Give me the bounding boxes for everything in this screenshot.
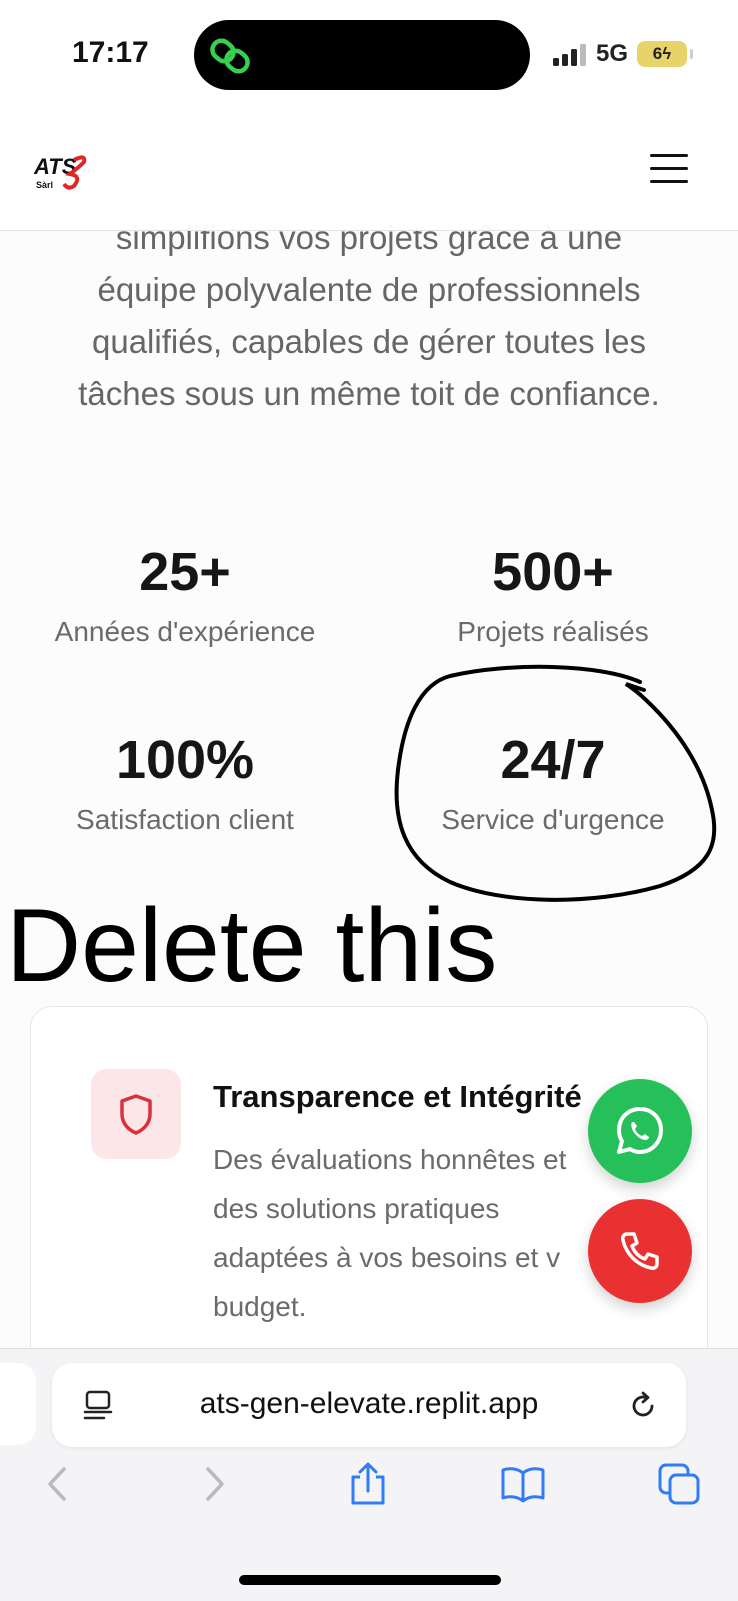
stat-value: 25+ [139, 542, 231, 602]
intro-line: équipe polyvalente de professionnels [97, 271, 641, 308]
charging-icon: ϟ [662, 44, 672, 63]
card-text-line: des solutions pratiques [213, 1193, 500, 1224]
site-header: ATS Sàrl [0, 110, 738, 231]
card-title: Transparence et Intégrité [213, 1079, 582, 1114]
stat-emergency: 24/7 Service d'urgence [368, 730, 738, 838]
ats-logo[interactable]: ATS Sàrl [34, 152, 92, 192]
home-indicator [239, 1575, 501, 1585]
previous-tab-preview[interactable] [0, 1363, 36, 1445]
share-icon[interactable] [345, 1461, 391, 1507]
card-text-line: Des évaluations honnêtes et [213, 1144, 567, 1175]
status-bar: 17:17 5G 6ϟ [0, 0, 738, 110]
whatsapp-icon [617, 1107, 663, 1154]
phone-icon [621, 1232, 659, 1270]
annotation-text: Delete this [6, 888, 498, 1004]
card-description: Des évaluations honnêtes et des solution… [213, 1135, 643, 1331]
logo-subtext: Sàrl [36, 180, 53, 190]
forward-icon[interactable] [190, 1461, 236, 1507]
stat-value: 24/7 [500, 730, 606, 790]
stat-label: Satisfaction client [76, 804, 294, 835]
stat-label: Années d'expérience [54, 616, 316, 647]
call-button[interactable] [588, 1199, 692, 1303]
stat-label: Projets réalisés [457, 616, 649, 647]
tabs-icon[interactable] [656, 1461, 702, 1507]
hamburger-menu-icon[interactable] [650, 154, 688, 188]
shield-icon [91, 1069, 181, 1159]
card-text-line: budget. [213, 1291, 307, 1322]
battery-indicator: 6ϟ [637, 41, 693, 67]
back-icon[interactable] [36, 1461, 82, 1507]
link-icon [210, 38, 250, 74]
stat-satisfaction: 100% Satisfaction client [0, 730, 370, 838]
url-text: ats-gen-elevate.replit.app [199, 1387, 539, 1420]
reload-icon[interactable] [626, 1389, 660, 1423]
intro-line: qualifiés, capables de gérer toutes les [91, 323, 646, 360]
battery-level: 6 [652, 44, 663, 63]
signal-icon [553, 44, 586, 66]
stat-value: 100% [115, 730, 255, 790]
intro-line: tâches sous un même toit de confiance. [78, 375, 660, 412]
card-text-line: adaptées à vos besoins et v [213, 1242, 561, 1273]
whatsapp-button[interactable] [588, 1079, 692, 1183]
dynamic-island [194, 20, 530, 90]
browser-chrome: ats-gen-elevate.replit.app [0, 1348, 738, 1601]
stat-experience: 25+ Années d'expérience [0, 542, 370, 650]
stat-label: Service d'urgence [441, 804, 665, 835]
intro-text: simplifions vos projets grâce à une équi… [0, 212, 738, 420]
address-bar[interactable]: ats-gen-elevate.replit.app [52, 1363, 686, 1447]
network-type: 5G [596, 40, 629, 67]
status-time: 17:17 [72, 36, 149, 69]
stat-value: 500+ [492, 542, 614, 602]
stat-projects: 500+ Projets réalisés [368, 542, 738, 650]
bookmarks-icon[interactable] [500, 1461, 546, 1507]
